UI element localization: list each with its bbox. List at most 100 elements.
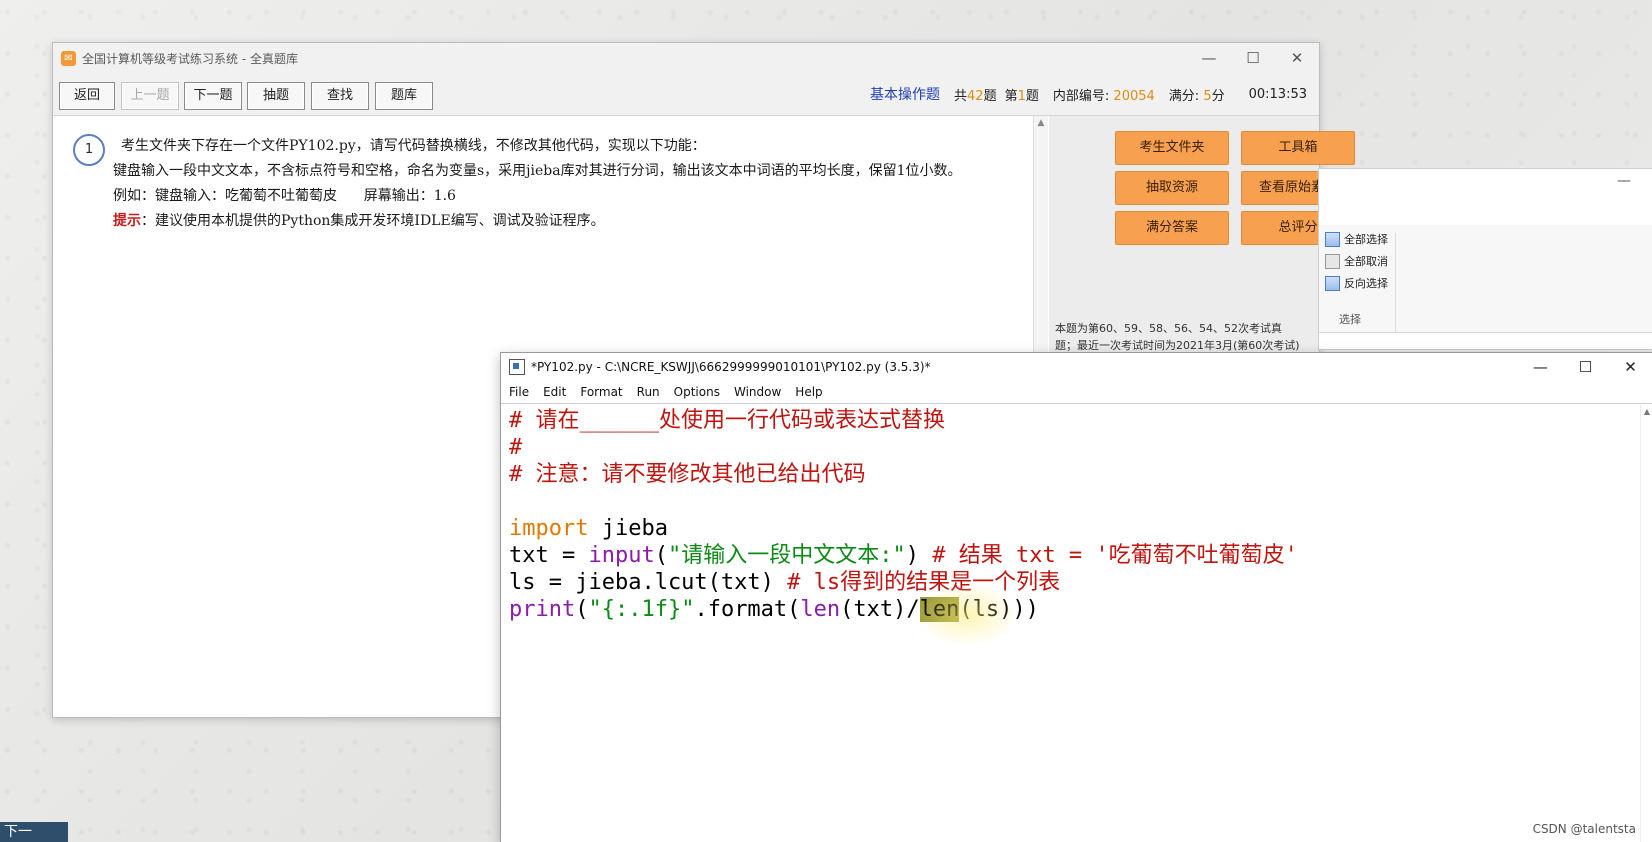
invert-selection-label: 反向选择 xyxy=(1344,277,1388,290)
invert-selection-button[interactable]: 反向选择 xyxy=(1325,275,1388,291)
menu-format[interactable]: Format xyxy=(573,385,629,399)
exam-toolbar: 返回 上一题 下一题 抽题 查找 题库 基本操作题 共42题 第1题 内部编号:… xyxy=(53,73,1319,116)
full-score-suffix: 分 xyxy=(1211,88,1225,104)
bottom-overlay-tab[interactable]: 下一 xyxy=(0,822,68,842)
code-line[interactable]: # xyxy=(509,434,1641,461)
extract-resource-button[interactable]: 抽取资源 xyxy=(1115,171,1229,205)
select-all-icon xyxy=(1325,231,1340,247)
code-selection: len xyxy=(919,597,960,622)
watermark: CSDN @talentsta xyxy=(1532,822,1636,836)
idle-window-controls: — ☐ ✕ xyxy=(1518,353,1652,381)
current-suffix: 题 xyxy=(1025,88,1039,104)
question-hint: 提示：建议使用本机提供的Python集成开发环境IDLE编写、调试及验证程序。 xyxy=(113,209,1013,234)
code-text: ls = jieba.lcut(txt) xyxy=(509,570,788,595)
full-answer-button[interactable]: 满分答案 xyxy=(1115,211,1229,245)
idle-scrollbar[interactable]: ▲ xyxy=(1640,405,1652,842)
total-value: 42 xyxy=(967,88,984,104)
code-line[interactable]: # 请在______处使用一行代码或表达式替换 xyxy=(509,407,1641,434)
code-keyword: import xyxy=(509,516,589,541)
app-logo-icon: ✉ xyxy=(61,50,76,66)
code-editor[interactable]: # 请在______处使用一行代码或表达式替换 # # 注意：请不要修改其他已给… xyxy=(501,405,1641,842)
explorer-minimize-button[interactable]: — xyxy=(1617,173,1631,189)
code-string: "{:.1f}" xyxy=(588,597,695,622)
full-score: 满分: 5分 xyxy=(1169,85,1225,104)
internal-id-label: 内部编号: xyxy=(1052,88,1110,104)
exam-titlebar: ✉ 全国计算机等级考试练习系统 - 全真题库 — ☐ ✕ xyxy=(53,43,1319,73)
python-file-icon xyxy=(509,359,525,375)
select-all-label: 全部选择 xyxy=(1344,233,1388,246)
code-line[interactable]: print("{:.1f}".format(len(txt)/len(ls))) xyxy=(509,596,1641,623)
total-prefix: 共 xyxy=(954,88,968,104)
total-suffix: 题 xyxy=(983,88,997,104)
exam-close-button[interactable]: ✕ xyxy=(1275,43,1319,73)
code-builtin: print xyxy=(509,597,576,622)
toolbox-button[interactable]: 工具箱 xyxy=(1241,131,1355,165)
menu-window[interactable]: Window xyxy=(727,385,788,399)
idle-maximize-button[interactable]: ☐ xyxy=(1563,353,1608,381)
code-line[interactable]: # 注意：请不要修改其他已给出代码 xyxy=(509,461,1641,488)
question-category: 基本操作题 xyxy=(870,87,940,103)
question-line-2: 键盘输入一段中文文本，不含标点符号和空格，命名为变量s，采用jieba库对其进行… xyxy=(113,163,962,179)
scroll-up-icon[interactable]: ▲ xyxy=(1641,407,1652,416)
exam-maximize-button[interactable]: ☐ xyxy=(1231,43,1275,73)
explorer-address-bar[interactable] xyxy=(1319,332,1652,349)
explorer-title-area: — xyxy=(1319,169,1652,225)
menu-help[interactable]: Help xyxy=(788,385,829,399)
select-none-button[interactable]: 全部取消 xyxy=(1325,253,1388,269)
idle-close-button[interactable]: ✕ xyxy=(1608,353,1652,381)
menu-edit[interactable]: Edit xyxy=(536,385,573,399)
back-button[interactable]: 返回 xyxy=(59,82,115,110)
question-line-3: 例如：键盘输入：吃葡萄不吐葡萄皮 屏幕输出：1.6 xyxy=(113,188,456,204)
idle-window-title: *PY102.py - C:\NCRE_KSWJJ\66629999990101… xyxy=(531,360,931,374)
select-none-label: 全部取消 xyxy=(1344,255,1388,268)
prev-question-button[interactable]: 上一题 xyxy=(121,82,179,110)
menu-options[interactable]: Options xyxy=(667,385,727,399)
question-bank-button[interactable]: 题库 xyxy=(375,82,433,110)
question-current: 第1题 xyxy=(1005,85,1039,104)
scroll-up-icon[interactable]: ▲ xyxy=(1034,118,1048,128)
hint-text: ：建议使用本机提供的Python集成开发环境IDLE编写、调试及验证程序。 xyxy=(141,213,605,229)
menu-file[interactable]: File xyxy=(501,385,536,399)
exam-minimize-button[interactable]: — xyxy=(1187,43,1231,73)
next-question-button[interactable]: 下一题 xyxy=(184,82,242,110)
code-line[interactable] xyxy=(509,488,1641,515)
idle-menubar: File Edit Format Run Options Window Help xyxy=(501,381,1652,404)
code-text: ( xyxy=(575,597,589,622)
idle-minimize-button[interactable]: — xyxy=(1518,353,1563,381)
question-number-badge: 1 xyxy=(73,134,105,166)
full-score-value: 5 xyxy=(1203,88,1212,104)
internal-id: 内部编号: 20054 xyxy=(1053,85,1155,104)
code-comment: # 结果 txt = '吃葡萄不吐葡萄皮' xyxy=(932,543,1298,568)
invert-selection-icon xyxy=(1325,275,1340,291)
question-text: 考生文件夹下存在一个文件PY102.py，请写代码替换横线，不修改其他代码，实现… xyxy=(113,134,1013,234)
code-text: (ls))) xyxy=(959,597,1039,622)
select-all-button[interactable]: 全部选择 xyxy=(1325,231,1388,247)
current-value: 1 xyxy=(1017,88,1026,104)
code-text: ) xyxy=(905,543,933,568)
idle-titlebar: *PY102.py - C:\NCRE_KSWJJ\66629999990101… xyxy=(501,353,1652,381)
code-line[interactable]: ls = jieba.lcut(txt) # ls得到的结果是一个列表 xyxy=(509,569,1641,596)
explorer-section-label: 选择 xyxy=(1339,313,1361,326)
exam-window-title: 全国计算机等级考试练习系统 - 全真题库 xyxy=(82,51,298,66)
code-comment: # ls得到的结果是一个列表 xyxy=(787,570,1061,595)
code-text: .format( xyxy=(694,597,801,622)
code-string: "请输入一段中文文本:" xyxy=(667,543,906,568)
internal-id-value: 20054 xyxy=(1113,88,1155,104)
file-explorer-window: — 全部选择 全部取消 反向选择 选择 xyxy=(1318,168,1652,350)
menu-run[interactable]: Run xyxy=(630,385,667,399)
code-text: txt = xyxy=(509,543,589,568)
code-builtin: len xyxy=(800,597,841,622)
full-score-label: 满分: xyxy=(1168,88,1200,104)
exam-timer: 00:13:53 xyxy=(1248,86,1307,102)
code-text: (txt)/ xyxy=(840,597,920,622)
exam-folder-button[interactable]: 考生文件夹 xyxy=(1115,131,1229,165)
code-line[interactable]: txt = input("请输入一段中文文本:") # 结果 txt = '吃葡… xyxy=(509,542,1641,569)
code-text: jieba xyxy=(588,516,668,541)
code-line[interactable]: import jieba xyxy=(509,515,1641,542)
exam-history-note: 本题为第60、59、58、56、54、52次考试真题；最近一次考试时间为2021… xyxy=(1055,322,1300,352)
explorer-divider xyxy=(1395,233,1396,333)
current-prefix: 第 xyxy=(1004,88,1018,104)
draw-question-button[interactable]: 抽题 xyxy=(247,82,305,110)
hint-label: 提示 xyxy=(113,213,141,229)
find-button[interactable]: 查找 xyxy=(311,82,369,110)
